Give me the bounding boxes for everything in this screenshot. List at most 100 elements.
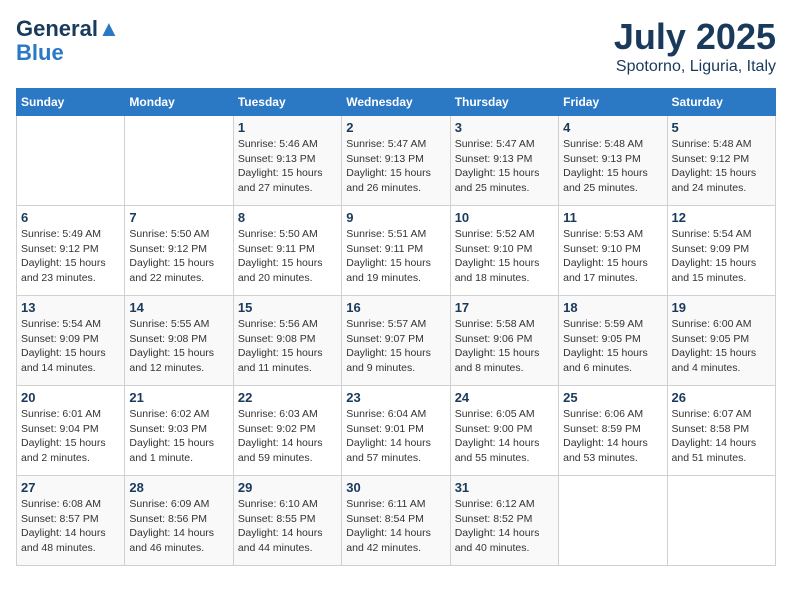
calendar-cell: 26 Sunrise: 6:07 AMSunset: 8:58 PMDayligh… [667, 386, 775, 476]
logo: General▲ Blue [16, 16, 120, 64]
day-info: Sunrise: 5:54 AMSunset: 9:09 PMDaylight:… [21, 317, 120, 376]
calendar-cell: 27Sunrise: 6:08 AMSunset: 8:57 PMDayligh… [17, 476, 125, 566]
day-number: 10 [455, 210, 554, 225]
day-number: 3 [455, 120, 554, 135]
day-info: Sunrise: 5:48 AMSunset: 9:13 PMDaylight:… [563, 137, 662, 196]
calendar-cell: 19Sunrise: 6:00 AMSunset: 9:05 PMDayligh… [667, 296, 775, 386]
calendar-cell: 30 Sunrise: 6:11 AMSunset: 8:54 PMDayligh… [342, 476, 450, 566]
calendar-cell: 23 Sunrise: 6:04 AMSunset: 9:01 PMDayligh… [342, 386, 450, 476]
calendar-week-row: 20 Sunrise: 6:01 AMSunset: 9:04 PMDayligh… [17, 386, 776, 476]
calendar-week-row: 1 Sunrise: 5:46 AMSunset: 9:13 PMDaylight… [17, 116, 776, 206]
day-number: 21 [129, 390, 228, 405]
weekday-header-saturday: Saturday [667, 89, 775, 116]
day-number: 13 [21, 300, 120, 315]
calendar-cell: 8 Sunrise: 5:50 AMSunset: 9:11 PMDaylight… [233, 206, 341, 296]
weekday-header-friday: Friday [559, 89, 667, 116]
calendar-week-row: 6 Sunrise: 5:49 AMSunset: 9:12 PMDaylight… [17, 206, 776, 296]
title-block: July 2025 Spotorno, Liguria, Italy [614, 16, 776, 76]
calendar-cell: 6 Sunrise: 5:49 AMSunset: 9:12 PMDaylight… [17, 206, 125, 296]
day-info: Sunrise: 5:50 AMSunset: 9:11 PMDaylight:… [238, 227, 337, 286]
calendar-cell [667, 476, 775, 566]
day-number: 11 [563, 210, 662, 225]
day-number: 19 [672, 300, 771, 315]
calendar-cell: 28 Sunrise: 6:09 AMSunset: 8:56 PMDayligh… [125, 476, 233, 566]
day-info: Sunrise: 5:55 AMSunset: 9:08 PMDaylight:… [129, 317, 228, 376]
day-number: 25 [563, 390, 662, 405]
day-info: Sunrise: 5:46 AMSunset: 9:13 PMDaylight:… [238, 137, 337, 196]
weekday-header-wednesday: Wednesday [342, 89, 450, 116]
weekday-header-monday: Monday [125, 89, 233, 116]
day-number: 5 [672, 120, 771, 135]
calendar-cell: 4 Sunrise: 5:48 AMSunset: 9:13 PMDaylight… [559, 116, 667, 206]
calendar-cell [125, 116, 233, 206]
day-number: 16 [346, 300, 445, 315]
day-info: Sunrise: 6:09 AMSunset: 8:56 PMDaylight:… [129, 497, 228, 556]
calendar-cell: 12 Sunrise: 5:54 AMSunset: 9:09 PMDayligh… [667, 206, 775, 296]
calendar-cell: 5 Sunrise: 5:48 AMSunset: 9:12 PMDaylight… [667, 116, 775, 206]
day-number: 17 [455, 300, 554, 315]
calendar-cell: 14 Sunrise: 5:55 AMSunset: 9:08 PMDayligh… [125, 296, 233, 386]
day-number: 2 [346, 120, 445, 135]
weekday-header-thursday: Thursday [450, 89, 558, 116]
calendar-week-row: 27Sunrise: 6:08 AMSunset: 8:57 PMDayligh… [17, 476, 776, 566]
calendar-cell: 24Sunrise: 6:05 AMSunset: 9:00 PMDayligh… [450, 386, 558, 476]
weekday-header-tuesday: Tuesday [233, 89, 341, 116]
day-info: Sunrise: 5:48 AMSunset: 9:12 PMDaylight:… [672, 137, 771, 196]
day-number: 31 [455, 480, 554, 495]
calendar-cell: 7 Sunrise: 5:50 AMSunset: 9:12 PMDaylight… [125, 206, 233, 296]
calendar-cell: 22Sunrise: 6:03 AMSunset: 9:02 PMDayligh… [233, 386, 341, 476]
calendar-cell: 11 Sunrise: 5:53 AMSunset: 9:10 PMDayligh… [559, 206, 667, 296]
calendar-cell: 16Sunrise: 5:57 AMSunset: 9:07 PMDayligh… [342, 296, 450, 386]
day-number: 27 [21, 480, 120, 495]
weekday-header-row: SundayMondayTuesdayWednesdayThursdayFrid… [17, 89, 776, 116]
day-number: 1 [238, 120, 337, 135]
day-info: Sunrise: 5:59 AMSunset: 9:05 PMDaylight:… [563, 317, 662, 376]
day-info: Sunrise: 5:47 AMSunset: 9:13 PMDaylight:… [455, 137, 554, 196]
day-info: Sunrise: 6:01 AMSunset: 9:04 PMDaylight:… [21, 407, 120, 466]
day-info: Sunrise: 6:12 AMSunset: 8:52 PMDaylight:… [455, 497, 554, 556]
calendar-cell: 9 Sunrise: 5:51 AMSunset: 9:11 PMDaylight… [342, 206, 450, 296]
day-info: Sunrise: 5:52 AMSunset: 9:10 PMDaylight:… [455, 227, 554, 286]
calendar-cell: 18 Sunrise: 5:59 AMSunset: 9:05 PMDayligh… [559, 296, 667, 386]
page-header: General▲ Blue July 2025 Spotorno, Liguri… [16, 16, 776, 76]
month-title: July 2025 [614, 16, 776, 58]
logo-text: General▲ [16, 16, 120, 42]
day-info: Sunrise: 5:58 AMSunset: 9:06 PMDaylight:… [455, 317, 554, 376]
calendar-cell: 17 Sunrise: 5:58 AMSunset: 9:06 PMDayligh… [450, 296, 558, 386]
day-number: 29 [238, 480, 337, 495]
calendar-table: SundayMondayTuesdayWednesdayThursdayFrid… [16, 88, 776, 566]
day-number: 14 [129, 300, 228, 315]
day-number: 26 [672, 390, 771, 405]
calendar-cell: 21 Sunrise: 6:02 AMSunset: 9:03 PMDayligh… [125, 386, 233, 476]
day-number: 28 [129, 480, 228, 495]
day-info: Sunrise: 6:04 AMSunset: 9:01 PMDaylight:… [346, 407, 445, 466]
calendar-cell: 29Sunrise: 6:10 AMSunset: 8:55 PMDayligh… [233, 476, 341, 566]
day-info: Sunrise: 5:49 AMSunset: 9:12 PMDaylight:… [21, 227, 120, 286]
day-info: Sunrise: 6:11 AMSunset: 8:54 PMDaylight:… [346, 497, 445, 556]
weekday-header-sunday: Sunday [17, 89, 125, 116]
day-number: 4 [563, 120, 662, 135]
day-info: Sunrise: 5:50 AMSunset: 9:12 PMDaylight:… [129, 227, 228, 286]
day-info: Sunrise: 5:56 AMSunset: 9:08 PMDaylight:… [238, 317, 337, 376]
day-number: 6 [21, 210, 120, 225]
day-info: Sunrise: 5:54 AMSunset: 9:09 PMDaylight:… [672, 227, 771, 286]
day-info: Sunrise: 6:06 AMSunset: 8:59 PMDaylight:… [563, 407, 662, 466]
day-number: 30 [346, 480, 445, 495]
calendar-cell: 10 Sunrise: 5:52 AMSunset: 9:10 PMDayligh… [450, 206, 558, 296]
day-info: Sunrise: 6:07 AMSunset: 8:58 PMDaylight:… [672, 407, 771, 466]
day-number: 8 [238, 210, 337, 225]
calendar-cell [559, 476, 667, 566]
day-number: 7 [129, 210, 228, 225]
calendar-cell: 25 Sunrise: 6:06 AMSunset: 8:59 PMDayligh… [559, 386, 667, 476]
day-number: 9 [346, 210, 445, 225]
day-number: 23 [346, 390, 445, 405]
day-info: Sunrise: 5:47 AMSunset: 9:13 PMDaylight:… [346, 137, 445, 196]
calendar-cell: 2 Sunrise: 5:47 AMSunset: 9:13 PMDaylight… [342, 116, 450, 206]
day-info: Sunrise: 5:53 AMSunset: 9:10 PMDaylight:… [563, 227, 662, 286]
day-info: Sunrise: 6:02 AMSunset: 9:03 PMDaylight:… [129, 407, 228, 466]
day-number: 18 [563, 300, 662, 315]
day-number: 12 [672, 210, 771, 225]
day-number: 20 [21, 390, 120, 405]
calendar-cell: 3 Sunrise: 5:47 AMSunset: 9:13 PMDaylight… [450, 116, 558, 206]
day-info: Sunrise: 5:51 AMSunset: 9:11 PMDaylight:… [346, 227, 445, 286]
